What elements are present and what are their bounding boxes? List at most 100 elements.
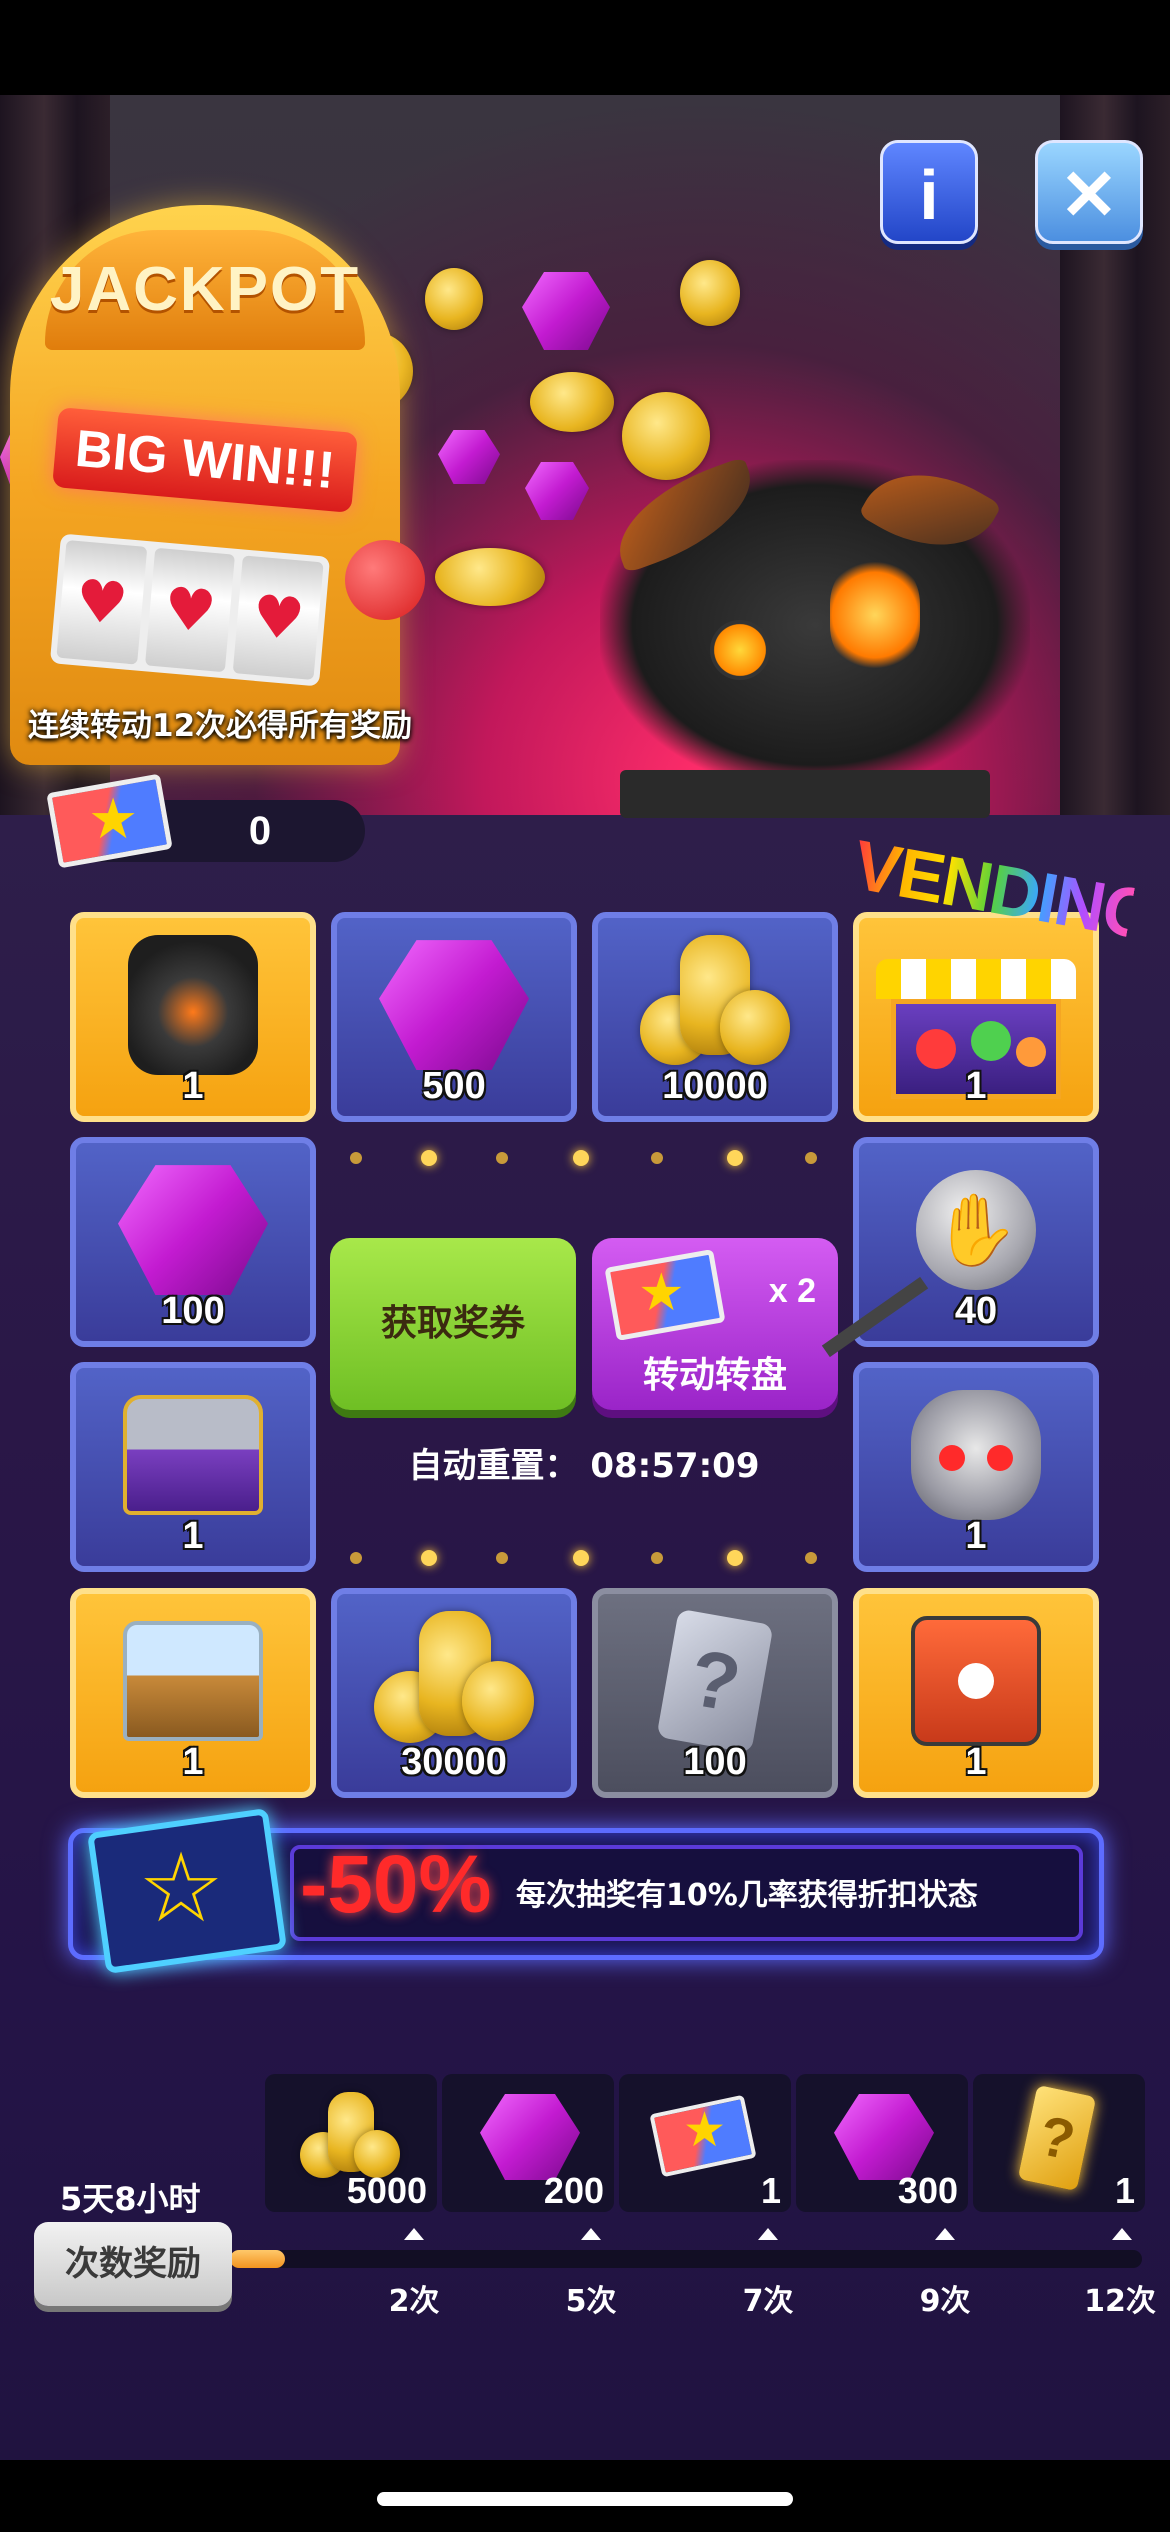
reward-tile: 100 bbox=[70, 1137, 316, 1347]
banner-caption: 连续转动12次必得所有奖励 bbox=[28, 708, 413, 744]
get-tickets-button[interactable]: 获取奖券 bbox=[330, 1238, 576, 1410]
reset-time: 08:57:09 bbox=[590, 1446, 760, 1486]
light-dot bbox=[727, 1150, 743, 1166]
discount-description: 每次抽奖有10%几率获得折扣状态 bbox=[516, 1878, 978, 1913]
gems-icon bbox=[834, 2094, 934, 2180]
milestone-marker bbox=[404, 2228, 424, 2240]
milestone-count: 5次 bbox=[565, 2284, 617, 2319]
light-dot bbox=[496, 1152, 508, 1164]
discount-percent: -50% bbox=[300, 1839, 492, 1930]
milestone-count: 7次 bbox=[742, 2284, 794, 2319]
milestone-reward[interactable]: 200 bbox=[442, 2074, 614, 2212]
question-card-icon: ? bbox=[656, 1608, 774, 1754]
reward-value: 500 bbox=[422, 1065, 486, 1107]
reward-tile: 1 bbox=[853, 1588, 1099, 1798]
reward-tile: 10000 bbox=[592, 912, 838, 1122]
milestone-reward[interactable]: 5000 bbox=[265, 2074, 437, 2212]
count-rewards-button[interactable]: 次数奖励 bbox=[34, 2222, 232, 2306]
milestone-reward[interactable]: ★ 1 bbox=[619, 2074, 791, 2212]
crate-icon bbox=[911, 1616, 1041, 1747]
coin-icon bbox=[530, 372, 614, 432]
question-card-icon: ? bbox=[1017, 2084, 1097, 2192]
handshake-icon: ✋ bbox=[916, 1170, 1036, 1291]
heart-icon: ♥ bbox=[233, 555, 324, 681]
star-icon: ★ bbox=[88, 787, 139, 852]
gems-icon bbox=[480, 2094, 580, 2180]
reward-tile: 30000 bbox=[331, 1588, 577, 1798]
spin-label: 转动转盘 bbox=[642, 1355, 787, 1396]
milestone-reward[interactable]: 300 bbox=[796, 2074, 968, 2212]
game-screen: JACKPOT BIG WIN!!! ♥ ♥ ♥ 连续转动12次必得所有奖励 i… bbox=[0, 0, 1170, 2532]
reward-value: 10000 bbox=[662, 1065, 768, 1107]
reward-tile: ✋ 40 bbox=[853, 1137, 1099, 1347]
coin-icon bbox=[435, 548, 545, 606]
tank-icon bbox=[128, 935, 258, 1076]
light-dot bbox=[727, 1550, 743, 1566]
light-dot bbox=[573, 1550, 589, 1566]
spin-multiplier: x 2 bbox=[768, 1272, 816, 1310]
bunny-robot-icon bbox=[911, 1390, 1041, 1521]
reset-label: 自动重置： bbox=[408, 1446, 579, 1486]
reward-value: 30000 bbox=[401, 1741, 507, 1783]
close-button[interactable]: ✕ bbox=[1035, 140, 1143, 244]
reward-value: 1 bbox=[182, 1065, 204, 1107]
reward-value: 100 bbox=[683, 1741, 747, 1783]
milestone-value: 1 bbox=[760, 2170, 781, 2211]
chest-icon bbox=[123, 1621, 263, 1742]
monster-core-glow bbox=[830, 560, 920, 670]
milestone-marker bbox=[581, 2228, 601, 2240]
reward-value: 1 bbox=[965, 1065, 987, 1107]
milestone-marker bbox=[935, 2228, 955, 2240]
monster-pedestal bbox=[620, 770, 990, 818]
home-indicator[interactable] bbox=[377, 2492, 793, 2506]
reward-value: 1 bbox=[182, 1741, 204, 1783]
milestone-value: 200 bbox=[543, 2170, 604, 2211]
light-dot bbox=[805, 1552, 817, 1564]
reward-tile: 1 bbox=[70, 1362, 316, 1572]
milestone-marker bbox=[1112, 2228, 1132, 2240]
gems-icon bbox=[118, 1165, 268, 1296]
reward-value: 1 bbox=[965, 1741, 987, 1783]
milestone-progress-track bbox=[230, 2250, 1142, 2268]
coin-icon bbox=[680, 260, 740, 326]
star-icon: ☆ bbox=[138, 1832, 225, 1944]
chest-icon bbox=[123, 1395, 263, 1516]
light-dot bbox=[805, 1152, 817, 1164]
light-dot bbox=[350, 1152, 362, 1164]
reward-tile: ? 100 bbox=[592, 1588, 838, 1798]
light-dot bbox=[573, 1150, 589, 1166]
milestone-reward[interactable]: ? 1 bbox=[973, 2074, 1145, 2212]
reward-value: 100 bbox=[161, 1290, 225, 1332]
heart-icon: ♥ bbox=[56, 539, 147, 665]
star-icon: ★ bbox=[638, 1263, 685, 1323]
spin-wheel-button[interactable]: ★ x 2 转动转盘 bbox=[592, 1238, 838, 1410]
reward-tile: 500 bbox=[331, 912, 577, 1122]
light-dot bbox=[651, 1552, 663, 1564]
reward-value: 1 bbox=[182, 1515, 204, 1557]
milestone-value: 300 bbox=[897, 2170, 958, 2211]
light-dot bbox=[421, 1550, 437, 1566]
info-button[interactable]: i bbox=[880, 140, 978, 244]
milestone-progress-fill bbox=[230, 2250, 285, 2268]
coins-icon bbox=[640, 935, 790, 1075]
light-dot bbox=[350, 1552, 362, 1564]
milestone-count: 9次 bbox=[919, 2284, 971, 2319]
light-dot bbox=[421, 1150, 437, 1166]
coin-icon bbox=[425, 268, 483, 330]
reward-value: 1 bbox=[965, 1515, 987, 1557]
reward-tile: 1 bbox=[70, 1588, 316, 1798]
slot-reels: ♥ ♥ ♥ bbox=[49, 533, 331, 687]
ticket-count: 0 bbox=[248, 809, 272, 853]
coins-icon bbox=[300, 2092, 400, 2182]
milestone-timer: 5天8小时 bbox=[60, 2180, 201, 2218]
light-dot bbox=[651, 1152, 663, 1164]
milestone-value: 1 bbox=[1114, 2170, 1135, 2211]
auto-reset-timer: 自动重置： 08:57:09 bbox=[330, 1438, 838, 1487]
monster-eye bbox=[710, 620, 770, 680]
milestone-value: 5000 bbox=[346, 2170, 427, 2211]
star-icon: ★ bbox=[683, 2102, 727, 2158]
lever-ball bbox=[345, 540, 425, 620]
heart-icon: ♥ bbox=[144, 547, 236, 673]
gems-icon bbox=[379, 940, 529, 1071]
milestone-count: 2次 bbox=[388, 2284, 440, 2319]
